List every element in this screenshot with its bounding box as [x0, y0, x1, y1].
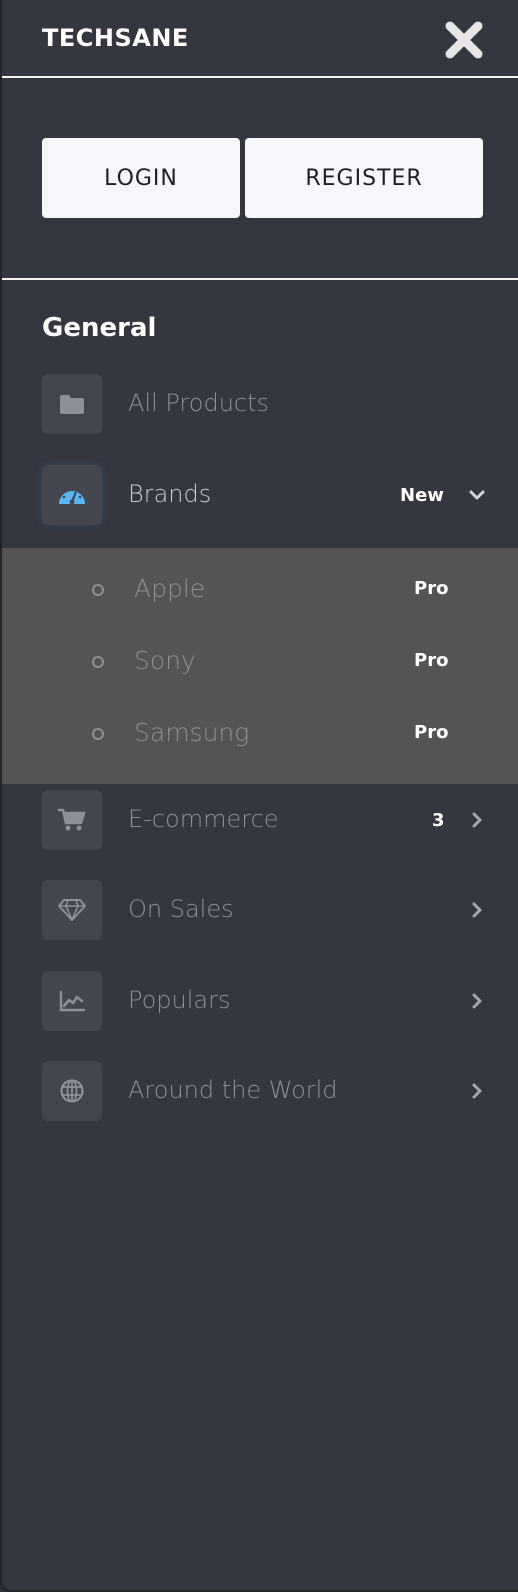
- new-badge: New: [400, 485, 444, 506]
- nav-item-brands[interactable]: Brands New: [2, 465, 518, 527]
- nav-item-e-commerce[interactable]: E-commerce 3: [2, 790, 518, 852]
- pro-badge: Pro: [414, 722, 449, 743]
- chevron-right-icon: [472, 1083, 482, 1099]
- sidebar-header: TECHSANE: [2, 0, 518, 78]
- submenu-label: Sony: [134, 646, 196, 675]
- diamond-icon: [42, 880, 102, 940]
- pro-badge: Pro: [414, 650, 449, 671]
- submenu-label: Apple: [134, 574, 206, 603]
- speedometer-icon: [42, 465, 102, 525]
- brand-title: TECHSANE: [42, 24, 189, 52]
- nav-item-around-the-world[interactable]: Around the World: [2, 1061, 518, 1123]
- section-title: General: [42, 313, 157, 343]
- nav-label: Around the World: [128, 1076, 338, 1104]
- circle-bullet-icon: [92, 728, 104, 740]
- count-badge: 3: [432, 810, 445, 831]
- login-button[interactable]: LOGIN: [42, 138, 240, 218]
- circle-bullet-icon: [92, 656, 104, 668]
- brands-submenu: Apple Pro Sony Pro Samsung Pro: [2, 548, 518, 784]
- pro-badge: Pro: [414, 578, 449, 599]
- chevron-right-icon: [472, 902, 482, 918]
- submenu-item-apple[interactable]: Apple Pro: [2, 548, 518, 608]
- nav-item-all-products[interactable]: All Products: [2, 374, 518, 436]
- chevron-right-icon: [472, 993, 482, 1009]
- nav-label: Brands: [128, 480, 212, 508]
- folder-icon: [42, 374, 102, 434]
- chevron-right-icon: [472, 812, 482, 828]
- cart-icon: [42, 790, 102, 850]
- nav-label: On Sales: [128, 895, 234, 923]
- sidebar-panel: TECHSANE LOGIN REGISTER General All Prod…: [0, 0, 518, 1592]
- circle-bullet-icon: [92, 584, 104, 596]
- submenu-item-samsung[interactable]: Samsung Pro: [2, 692, 518, 752]
- nav-label: All Products: [128, 389, 270, 417]
- submenu-item-sony[interactable]: Sony Pro: [2, 620, 518, 680]
- nav-item-on-sales[interactable]: On Sales: [2, 880, 518, 942]
- auth-section: LOGIN REGISTER: [2, 78, 518, 280]
- submenu-label: Samsung: [134, 718, 250, 747]
- close-icon: [445, 21, 483, 59]
- nav-label: E-commerce: [128, 805, 279, 833]
- nav-label: Populars: [128, 986, 231, 1014]
- line-chart-icon: [42, 971, 102, 1031]
- globe-icon: [42, 1061, 102, 1121]
- register-button[interactable]: REGISTER: [245, 138, 483, 218]
- nav-item-populars[interactable]: Populars: [2, 971, 518, 1033]
- close-button[interactable]: [444, 20, 484, 60]
- chevron-down-icon: [469, 490, 485, 500]
